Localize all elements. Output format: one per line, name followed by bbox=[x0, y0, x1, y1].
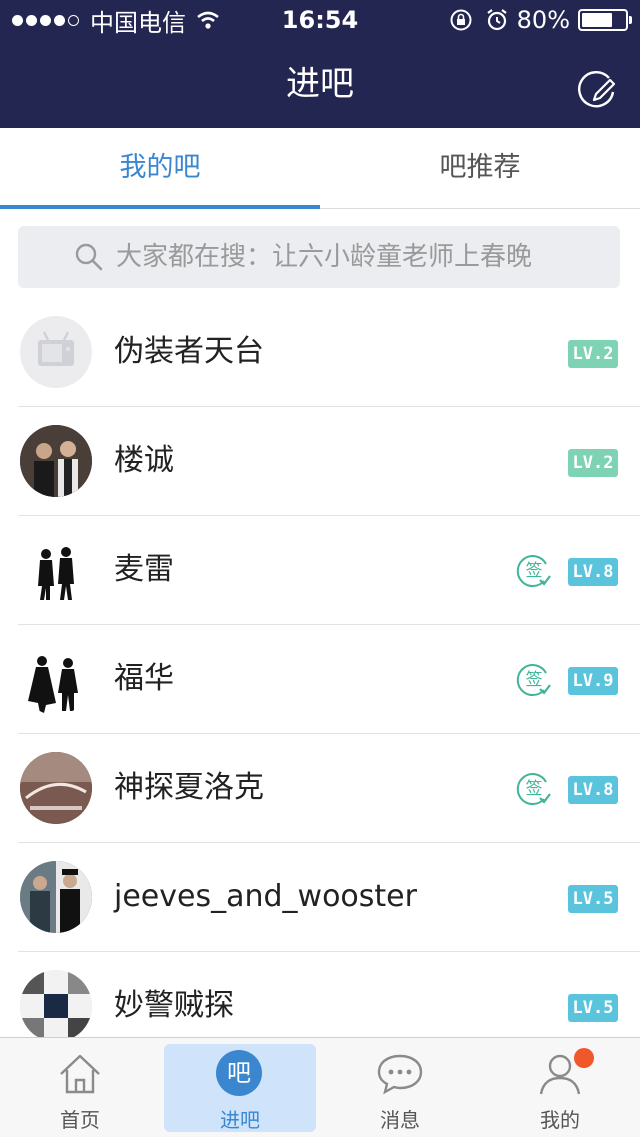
tab-indicator bbox=[0, 205, 320, 209]
forum-name: 伪装者天台 bbox=[114, 334, 264, 369]
level-badge: LV.8 bbox=[568, 558, 618, 586]
avatar-image bbox=[20, 752, 92, 824]
nav-forums-label: 进吧 bbox=[220, 1108, 260, 1132]
alarm-icon bbox=[486, 9, 507, 31]
forum-avatar bbox=[20, 425, 92, 497]
sign-in-label: 签 bbox=[526, 561, 543, 581]
forum-name: 楼诚 bbox=[114, 443, 174, 478]
tab-my-forums[interactable]: 我的吧 bbox=[0, 128, 320, 208]
level-badge: LV.2 bbox=[568, 449, 618, 477]
status-bar: 中国电信 16:54 80% bbox=[0, 0, 640, 40]
forum-avatar bbox=[20, 970, 92, 1042]
sign-in-icon[interactable]: 签 bbox=[516, 661, 552, 697]
tv-icon bbox=[38, 331, 74, 366]
message-icon bbox=[377, 1054, 423, 1095]
rotation-lock-icon bbox=[450, 9, 472, 31]
level-badge: LV.9 bbox=[568, 667, 618, 695]
forum-row[interactable]: 伪装者天台 LV.2 bbox=[18, 298, 640, 407]
forum-row[interactable]: 麦雷 签 LV.8 bbox=[18, 516, 640, 625]
tab-recommended[interactable]: 吧推荐 bbox=[320, 128, 640, 208]
avatar-image bbox=[28, 656, 78, 713]
bottom-nav: 首页 吧 进吧 消息 我的 bbox=[0, 1037, 640, 1137]
forum-name: 麦雷 bbox=[114, 552, 174, 587]
battery-percent: 80% bbox=[516, 6, 570, 34]
forum-name: jeeves_and_wooster bbox=[114, 879, 417, 914]
forum-name: 福华 bbox=[114, 661, 174, 696]
forum-row[interactable]: 神探夏洛克 签 LV.8 bbox=[18, 734, 640, 843]
forum-row[interactable]: 福华 签 LV.9 bbox=[18, 625, 640, 734]
app-header: 中国电信 16:54 80% 进吧 bbox=[0, 0, 640, 128]
forum-avatar bbox=[20, 752, 92, 824]
page-title: 进吧 bbox=[286, 64, 354, 104]
forum-avatar bbox=[20, 861, 92, 933]
sign-in-label: 签 bbox=[526, 779, 543, 799]
nav-profile[interactable]: 我的 bbox=[480, 1038, 640, 1137]
avatar-image bbox=[20, 861, 92, 933]
level-badge: LV.5 bbox=[568, 994, 618, 1022]
avatar-image bbox=[38, 547, 74, 600]
edit-icon[interactable] bbox=[576, 66, 618, 108]
search-icon bbox=[75, 243, 103, 271]
forum-name: 神探夏洛克 bbox=[114, 770, 264, 805]
forum-list: 伪装者天台 LV.2 楼诚 LV.2 麦雷 签 LV.8 福华 签 LV.9 神… bbox=[0, 298, 640, 1060]
nav-messages[interactable]: 消息 bbox=[320, 1038, 480, 1137]
forum-avatar bbox=[20, 316, 92, 388]
battery-icon bbox=[578, 9, 632, 31]
sign-in-icon[interactable]: 签 bbox=[516, 552, 552, 588]
status-right: 80% bbox=[449, 6, 632, 34]
search-input[interactable]: 大家都在搜：让六小龄童老师上春晚 bbox=[18, 226, 620, 288]
search-placeholder: 大家都在搜：让六小龄童老师上春晚 bbox=[116, 242, 533, 272]
avatar-image bbox=[20, 970, 92, 1042]
sign-in-label: 签 bbox=[526, 670, 543, 690]
tab-bar: 我的吧 吧推荐 bbox=[0, 128, 640, 209]
avatar-image bbox=[20, 425, 92, 497]
level-badge: LV.8 bbox=[568, 776, 618, 804]
nav-home[interactable]: 首页 bbox=[0, 1038, 160, 1137]
notification-badge bbox=[574, 1048, 594, 1068]
nav-home-label: 首页 bbox=[60, 1108, 100, 1132]
forum-avatar bbox=[20, 643, 92, 715]
level-badge: LV.5 bbox=[568, 885, 618, 913]
forum-icon: 吧 bbox=[216, 1050, 262, 1096]
nav-profile-label: 我的 bbox=[540, 1108, 580, 1132]
home-icon bbox=[60, 1054, 100, 1094]
forum-avatar bbox=[20, 534, 92, 606]
sign-in-icon[interactable]: 签 bbox=[516, 770, 552, 806]
nav-forums[interactable]: 吧 进吧 bbox=[160, 1038, 320, 1137]
forum-row[interactable]: 楼诚 LV.2 bbox=[18, 407, 640, 516]
level-badge: LV.2 bbox=[568, 340, 618, 368]
nav-messages-label: 消息 bbox=[380, 1108, 420, 1132]
forum-row[interactable]: jeeves_and_wooster LV.5 bbox=[18, 843, 640, 952]
